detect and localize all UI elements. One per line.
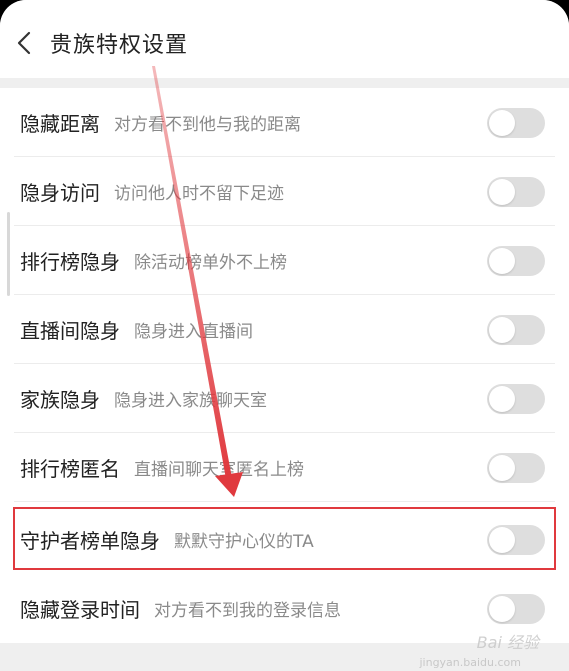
setting-label: 隐藏登录时间 [20, 598, 140, 622]
setting-row-ranking-anonymous: 排行榜匿名 直播间聊天室匿名上榜 [0, 433, 569, 502]
toggle-switch[interactable] [487, 452, 545, 483]
setting-description: 除活动榜单外不上榜 [134, 253, 287, 273]
scroll-indicator [7, 212, 10, 296]
toggle-knob [489, 247, 515, 274]
toggle-switch[interactable] [487, 314, 545, 345]
setting-description: 直播间聊天室匿名上榜 [134, 460, 304, 480]
toggle-switch[interactable] [487, 524, 545, 555]
setting-label: 排行榜匿名 [20, 457, 120, 481]
setting-row-live-room-invisible: 直播间隐身 隐身进入直播间 [0, 295, 569, 364]
setting-description: 访问他人时不留下足迹 [114, 184, 284, 204]
toggle-knob [489, 385, 515, 412]
toggle-knob [489, 316, 515, 343]
header: 贵族特权设置 [0, 0, 569, 78]
watermark-logo: Bai 经验 [476, 633, 539, 652]
setting-row-invisible-visit: 隐身访问 访问他人时不留下足迹 [0, 157, 569, 226]
setting-row-hide-distance: 隐藏距离 对方看不到他与我的距离 [0, 88, 569, 157]
setting-description: 对方看不到我的登录信息 [154, 601, 341, 621]
toggle-knob [489, 109, 515, 136]
toggle-switch[interactable] [487, 593, 545, 624]
settings-screen: 贵族特权设置 隐藏距离 对方看不到他与我的距离 隐身访问 访问他人时不留下足迹 … [0, 0, 569, 671]
setting-description: 隐身进入家族聊天室 [114, 391, 267, 411]
toggle-knob [489, 178, 515, 205]
setting-label: 隐藏距离 [20, 112, 100, 136]
toggle-switch[interactable] [487, 107, 545, 138]
setting-label: 家族隐身 [20, 388, 100, 412]
divider [14, 501, 555, 502]
setting-description: 默默守护心仪的TA [174, 532, 314, 552]
chevron-left-icon [17, 31, 31, 55]
setting-label: 守护者榜单隐身 [20, 529, 160, 553]
setting-row-family-invisible: 家族隐身 隐身进入家族聊天室 [0, 364, 569, 433]
setting-label: 隐身访问 [20, 181, 100, 205]
settings-list: 隐藏距离 对方看不到他与我的距离 隐身访问 访问他人时不留下足迹 排行榜隐身 除… [0, 88, 569, 643]
watermark-url: jingyan.baidu.com [419, 656, 521, 669]
toggle-knob [489, 526, 515, 553]
section-gap [0, 78, 569, 88]
setting-description: 隐身进入直播间 [134, 322, 253, 342]
toggle-switch[interactable] [487, 245, 545, 276]
toggle-switch[interactable] [487, 176, 545, 207]
setting-row-ranking-invisible: 排行榜隐身 除活动榜单外不上榜 [0, 226, 569, 295]
back-button[interactable] [10, 26, 38, 60]
page-title: 贵族特权设置 [50, 33, 189, 58]
setting-row-guardian-invisible: 守护者榜单隐身 默默守护心仪的TA [0, 505, 569, 574]
toggle-switch[interactable] [487, 383, 545, 414]
setting-label: 直播间隐身 [20, 319, 120, 343]
setting-label: 排行榜隐身 [20, 250, 120, 274]
toggle-knob [489, 454, 515, 481]
setting-description: 对方看不到他与我的距离 [114, 115, 301, 135]
toggle-knob [489, 595, 515, 622]
